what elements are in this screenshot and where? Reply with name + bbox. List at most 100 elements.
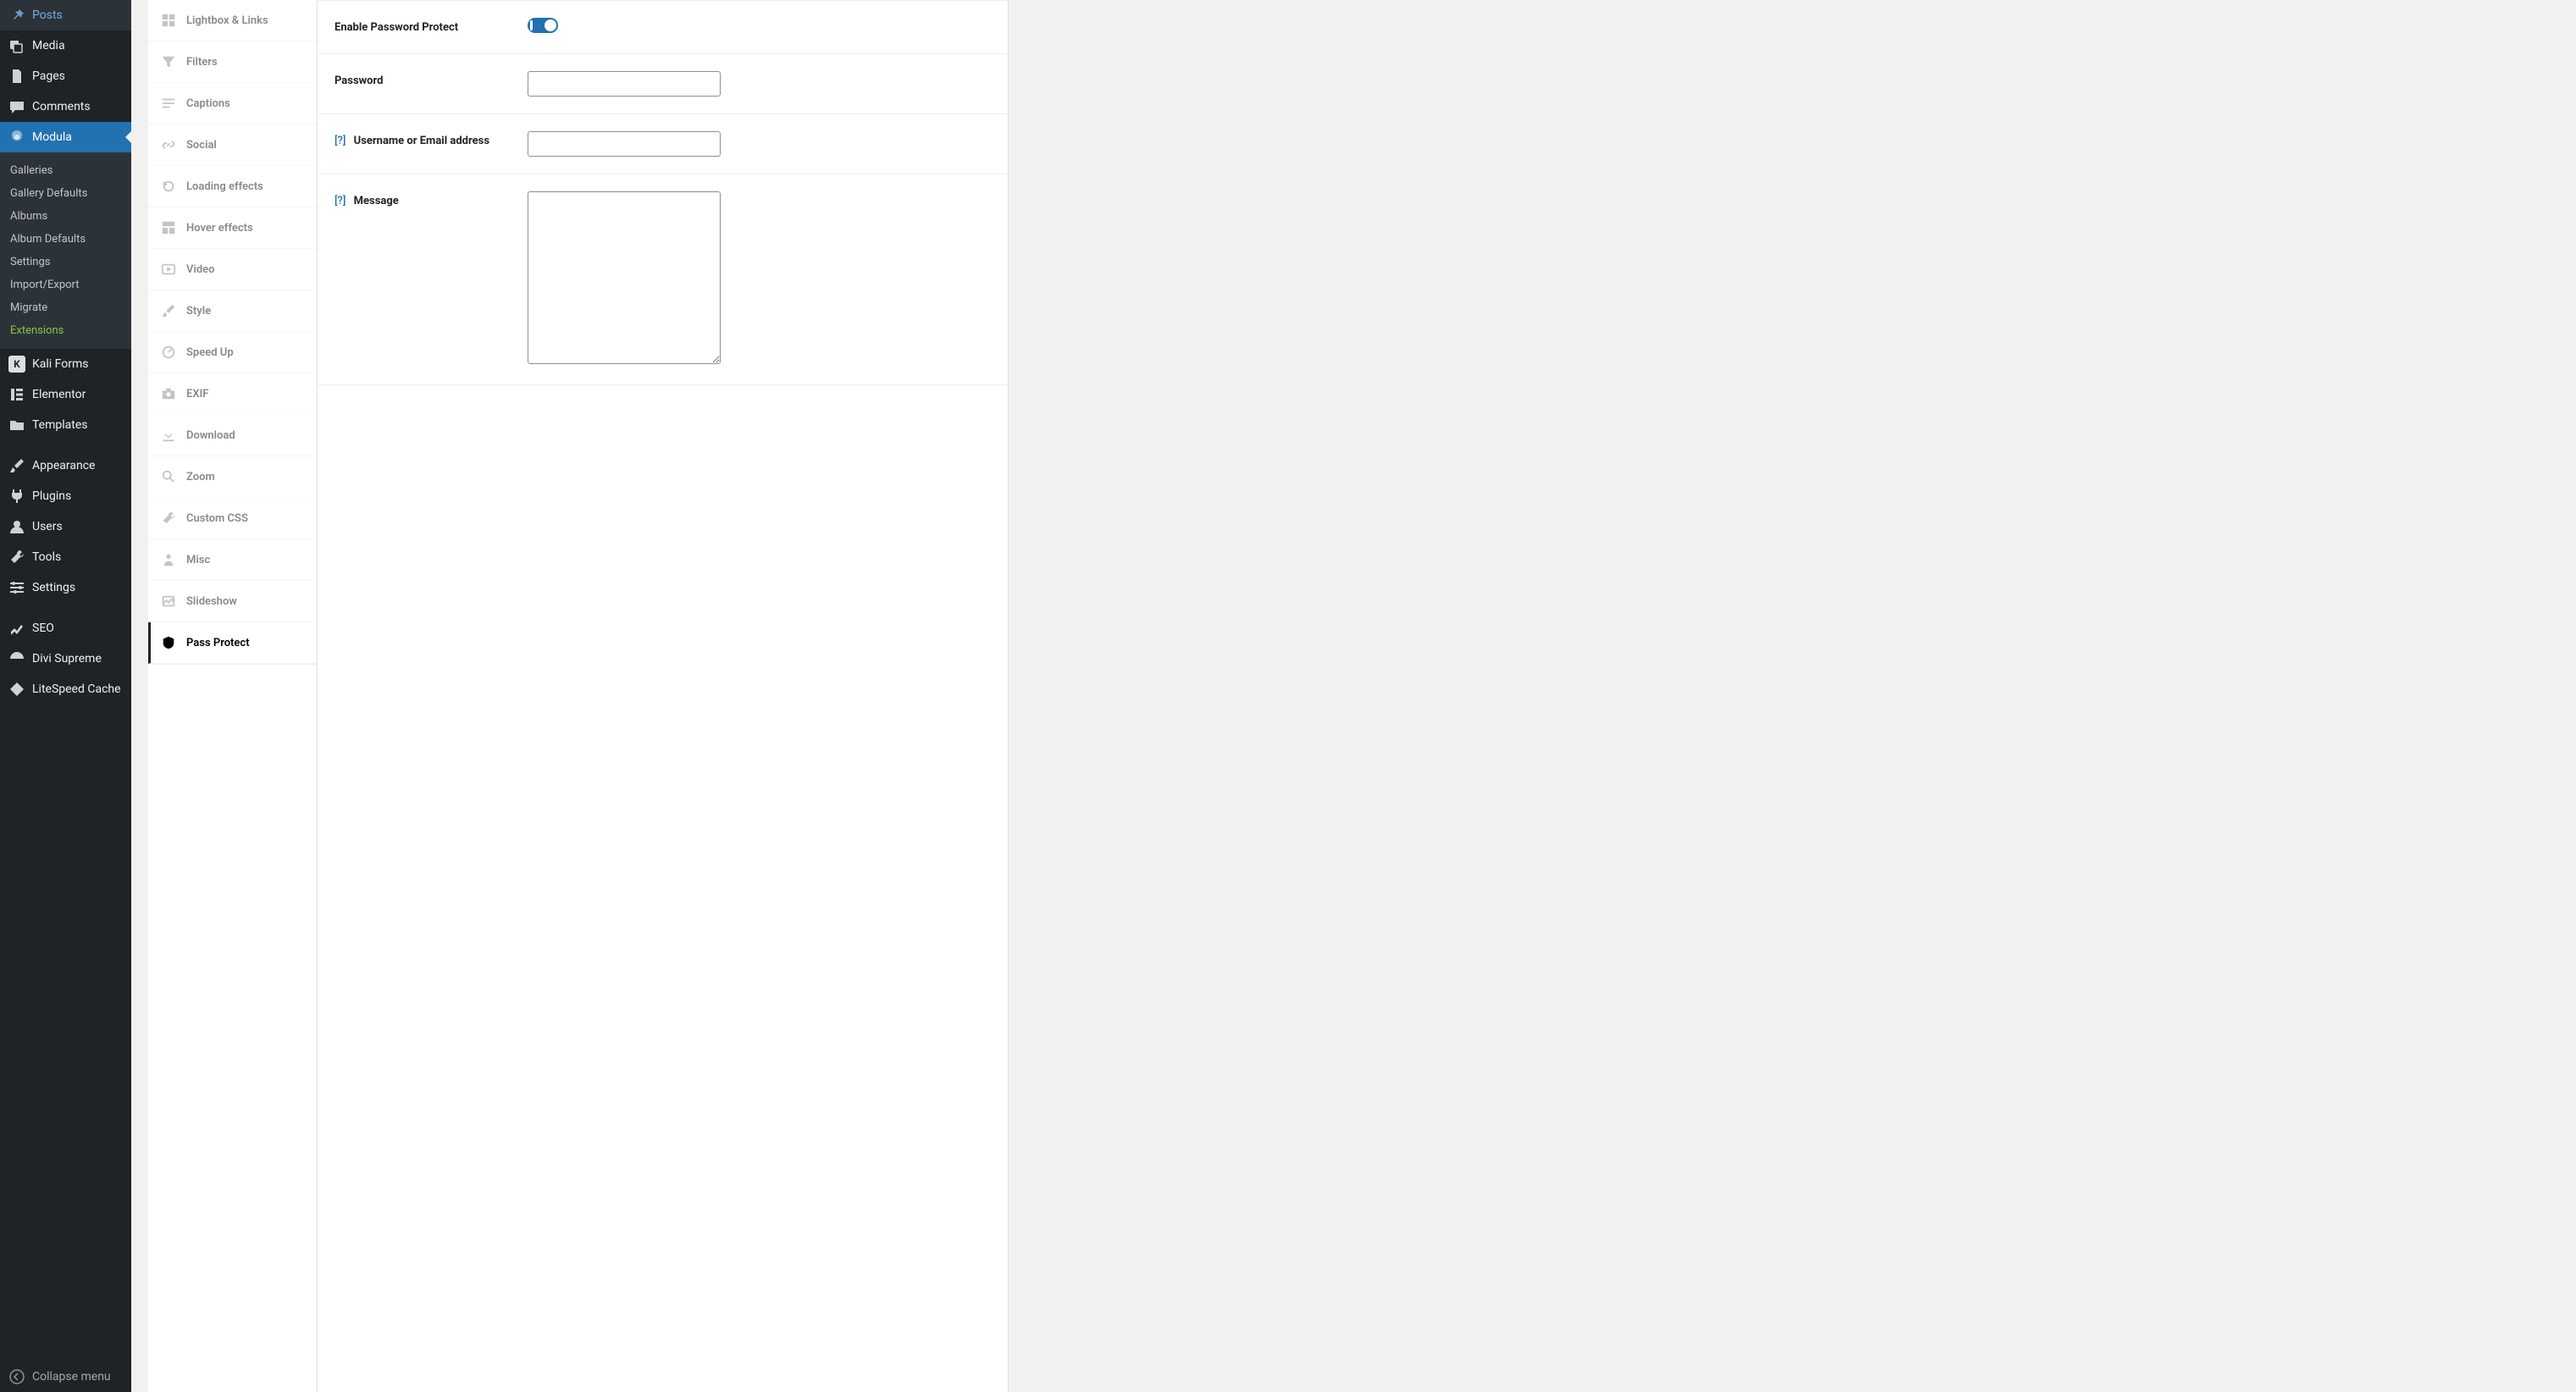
sidebar-item-elementor[interactable]: Elementor (0, 379, 131, 410)
sidebar-item-label: Plugins (32, 489, 71, 503)
submenu-galleries[interactable]: Galleries (0, 159, 131, 182)
help-message[interactable]: [?] (334, 195, 345, 207)
submenu-import-export[interactable]: Import/Export (0, 273, 131, 296)
collapse-icon (8, 1368, 25, 1385)
sidebar-item-divi[interactable]: Divi Supreme (0, 644, 131, 674)
image-icon (161, 594, 176, 609)
input-message[interactable] (528, 191, 721, 364)
play-icon (161, 262, 176, 277)
sidebar-item-appearance[interactable]: Appearance (0, 450, 131, 481)
sidebar-item-label: Modula (32, 130, 72, 144)
submenu-gallery-defaults[interactable]: Gallery Defaults (0, 182, 131, 205)
page-icon (8, 68, 25, 85)
settings-tabs: Lightbox & Links Filters Captions Social… (148, 0, 318, 1392)
sidebar-item-pages[interactable]: Pages (0, 61, 131, 91)
plug-icon (8, 488, 25, 505)
sidebar-item-settings[interactable]: Settings (0, 572, 131, 603)
submenu-settings[interactable]: Settings (0, 251, 131, 273)
input-password[interactable] (528, 71, 721, 97)
sidebar-item-label: Appearance (32, 459, 95, 472)
sidebar-item-kali-forms[interactable]: K Kali Forms (0, 349, 131, 379)
sidebar-item-label: Comments (32, 100, 91, 113)
tab-label: Download (186, 429, 235, 442)
tab-lightbox-links[interactable]: Lightbox & Links (148, 0, 317, 41)
user-icon (8, 518, 25, 535)
sidebar-item-litespeed[interactable]: LiteSpeed Cache (0, 674, 131, 704)
tab-loading-effects[interactable]: Loading effects (148, 166, 317, 207)
tab-label: Filters (186, 56, 218, 69)
tab-video[interactable]: Video (148, 249, 317, 290)
media-icon (8, 37, 25, 54)
settings-panel: Enable Password Protect Password [?] Use… (318, 0, 1009, 1392)
help-username[interactable]: [?] (334, 135, 345, 147)
divi-icon (8, 650, 25, 667)
sidebar-item-plugins[interactable]: Plugins (0, 481, 131, 511)
sidebar-item-label: Divi Supreme (32, 652, 102, 666)
folder-icon (8, 417, 25, 434)
tab-slideshow[interactable]: Slideshow (148, 581, 317, 622)
sidebar-item-label: Media (32, 39, 65, 52)
sidebar-item-label: Users (32, 520, 63, 533)
svg-text:K: K (14, 358, 20, 370)
search-icon (161, 469, 176, 484)
submenu-albums[interactable]: Albums (0, 205, 131, 228)
tab-exif[interactable]: EXIF (148, 373, 317, 415)
submenu-album-defaults[interactable]: Album Defaults (0, 228, 131, 251)
sidebar-item-tools[interactable]: Tools (0, 542, 131, 572)
toggle-enable-password[interactable] (528, 18, 558, 33)
lines-icon (161, 96, 176, 111)
link-icon (161, 137, 176, 152)
outside-area (1009, 0, 2576, 1392)
sidebar-item-users[interactable]: Users (0, 511, 131, 542)
tab-pass-protect[interactable]: Pass Protect (148, 622, 317, 664)
tab-label: Zoom (186, 471, 215, 483)
tab-misc[interactable]: Misc (148, 539, 317, 581)
tab-label: Captions (186, 97, 230, 110)
tab-filters[interactable]: Filters (148, 41, 317, 83)
tab-label: Hover effects (186, 222, 253, 235)
tab-label: Style (186, 305, 211, 318)
sidebar-item-templates[interactable]: Templates (0, 410, 131, 440)
tab-custom-css[interactable]: Custom CSS (148, 498, 317, 539)
sidebar-item-media[interactable]: Media (0, 30, 131, 61)
input-username[interactable] (528, 131, 721, 157)
sidebar-item-label: Posts (32, 8, 63, 22)
submenu-extensions[interactable]: Extensions (0, 319, 131, 342)
tab-social[interactable]: Social (148, 124, 317, 166)
brush-icon (161, 303, 176, 318)
tab-label: Pass Protect (186, 637, 250, 649)
sidebar-item-label: Settings (32, 581, 75, 594)
wp-admin-sidebar: Posts Media Pages Comments Modula Galler… (0, 0, 131, 1392)
tab-label: Social (186, 139, 217, 152)
tab-speed-up[interactable]: Speed Up (148, 332, 317, 373)
wrench-icon (161, 511, 176, 526)
reload-icon (161, 179, 176, 194)
tab-style[interactable]: Style (148, 290, 317, 332)
sidebar-item-label: Tools (32, 550, 61, 564)
sidebar-item-posts[interactable]: Posts (0, 0, 131, 30)
elementor-icon (8, 386, 25, 403)
comment-icon (8, 98, 25, 115)
sidebar-item-label: LiteSpeed Cache (32, 682, 121, 696)
sidebar-item-modula[interactable]: Modula (0, 122, 131, 152)
tab-label: Loading effects (186, 180, 263, 193)
k-icon: K (8, 356, 25, 373)
label-username: [?] Username or Email address (334, 131, 528, 147)
pin-icon (8, 7, 25, 24)
sidebar-item-comments[interactable]: Comments (0, 91, 131, 122)
sidebar-item-label: SEO (32, 621, 54, 635)
sidebar-item-label: Pages (32, 69, 65, 83)
sidebar-item-seo[interactable]: SEO (0, 613, 131, 644)
collapse-menu[interactable]: Collapse menu (0, 1362, 131, 1392)
label-enable-password: Enable Password Protect (334, 18, 528, 34)
tab-label: Speed Up (186, 346, 234, 359)
tab-hover-effects[interactable]: Hover effects (148, 207, 317, 249)
wrench-icon (8, 549, 25, 566)
label-password: Password (334, 71, 528, 87)
tab-captions[interactable]: Captions (148, 83, 317, 124)
person-icon (161, 552, 176, 567)
grid-icon (161, 13, 176, 28)
submenu-migrate[interactable]: Migrate (0, 296, 131, 319)
tab-download[interactable]: Download (148, 415, 317, 456)
tab-zoom[interactable]: Zoom (148, 456, 317, 498)
